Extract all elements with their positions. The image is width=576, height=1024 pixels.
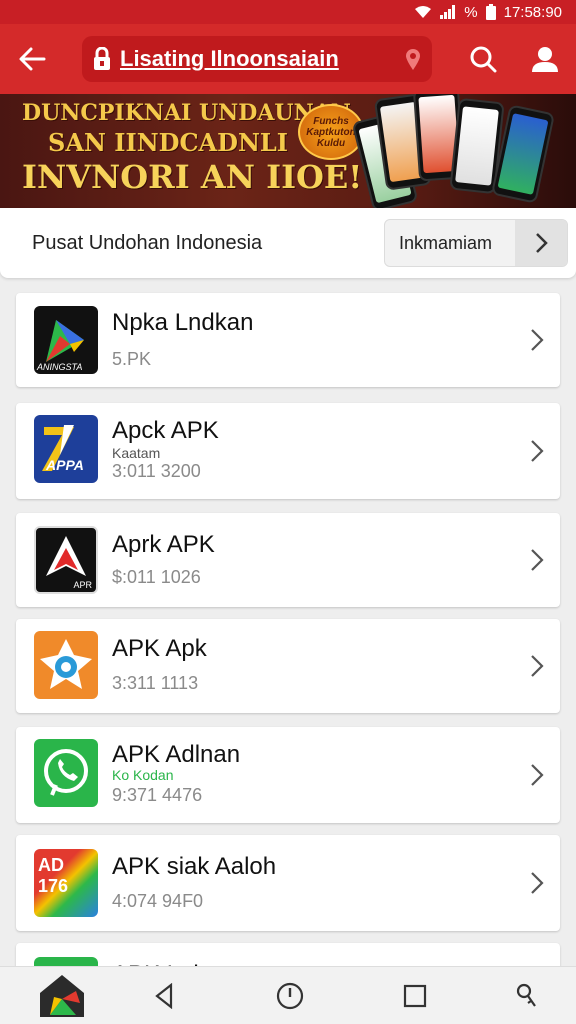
app-icon: AD 176 [34, 849, 98, 917]
chevron-right-icon [531, 872, 544, 894]
battery-percent: % [464, 3, 478, 21]
home-app-button[interactable] [32, 967, 92, 1024]
app-title-field[interactable]: Lisating Ilnoonsaiain [82, 36, 432, 82]
location-pin-icon [406, 49, 420, 70]
app-icon: ANINGSTA [34, 306, 98, 374]
chevron-right-icon [531, 655, 544, 677]
back-button[interactable] [0, 24, 64, 94]
app-icon-caption: APR [73, 580, 92, 590]
chevron-right-icon [515, 220, 567, 266]
app-icon-caption: APPA [46, 457, 84, 473]
section-header: Pusat Undohan Indonesia Inkmamiam [0, 208, 576, 278]
app-list-item[interactable]: AD 176 APK siak Aaloh 4:074 94F0 [16, 835, 560, 931]
app-meta: 4:074 94F0 [112, 891, 204, 911]
app-subtitle: Kaatam [112, 445, 161, 461]
app-meta: 3:311 1113 [112, 673, 199, 693]
square-icon [403, 984, 427, 1008]
status-time: 17:58:90 [503, 3, 562, 21]
search-button[interactable] [452, 24, 514, 94]
wifi-icon [414, 5, 432, 19]
app-name: Apck APK [112, 417, 219, 444]
app-icon-caption: ANINGSTA [37, 362, 83, 372]
app-list-item[interactable]: APPA Apck APK Kaatam 3:011 3200 [16, 403, 560, 499]
nav-overview-button[interactable] [385, 967, 445, 1024]
chevron-right-icon [531, 329, 544, 351]
back-triangle-icon [155, 983, 173, 1009]
app-icon [34, 739, 98, 807]
app-meta: 3:011 3200 [112, 461, 201, 481]
app-bar: Lisating Ilnoonsaiain [0, 24, 576, 94]
banner-line-3: INVNORI AN IIOE! [22, 158, 363, 196]
search-icon [470, 46, 497, 73]
app-meta: $:011 1026 [112, 567, 201, 587]
header-action-button[interactable]: Inkmamiam [384, 219, 568, 267]
signal-icon [440, 5, 456, 19]
app-icon: APR [34, 526, 98, 594]
app-logo-icon [40, 975, 84, 1017]
nav-back-button[interactable] [134, 967, 194, 1024]
nav-key-button[interactable] [496, 967, 556, 1024]
key-icon [516, 983, 536, 1007]
chevron-right-icon [531, 764, 544, 786]
header-action-label: Inkmamiam [399, 232, 493, 253]
app-list-item[interactable]: ANINGSTA Npka Lndkan 5.PK [16, 293, 560, 387]
app-list-item[interactable]: APK Adlnan Ko Kodan 9:371 4476 [16, 727, 560, 823]
app-icon-caption: AD 176 [38, 855, 69, 896]
chevron-right-icon [531, 549, 544, 571]
app-icon: APPA [34, 415, 98, 483]
app-icon [34, 631, 98, 699]
app-list-item[interactable]: APK Apk 3:311 1113 [16, 619, 560, 713]
back-arrow-icon [19, 47, 46, 71]
app-name: Npka Lndkan [112, 309, 254, 336]
app-name: APK siak Aaloh [112, 853, 277, 880]
lock-icon [94, 47, 110, 70]
nav-recent-button[interactable] [260, 967, 320, 1024]
battery-icon [485, 4, 496, 20]
app-subtitle: Ko Kodan [112, 767, 174, 783]
section-title: Pusat Undohan Indonesia [32, 231, 263, 254]
app-name: APK Apk [112, 635, 207, 662]
app-title: Lisating Ilnoonsaiain [120, 46, 339, 71]
app-list-item[interactable]: APR Aprk APK $:011 1026 [16, 513, 560, 607]
clock-icon [276, 982, 304, 1010]
account-button[interactable] [514, 24, 576, 94]
chevron-right-icon [531, 440, 544, 462]
app-name: Aprk APK [112, 531, 215, 558]
app-meta: 9:371 4476 [112, 785, 203, 805]
promo-banner[interactable]: DUNCPIKNAI UNDAUNAN SAN IINDCADNLI INVNO… [0, 94, 576, 208]
app-name: APK Adlnan [112, 741, 241, 768]
banner-line-2: SAN IINDCADNLI [48, 128, 289, 157]
status-bar: % 17:58:90 [0, 0, 576, 24]
app-meta: 5.PK [112, 349, 152, 369]
account-icon [532, 47, 558, 72]
system-nav-bar [0, 966, 576, 1024]
